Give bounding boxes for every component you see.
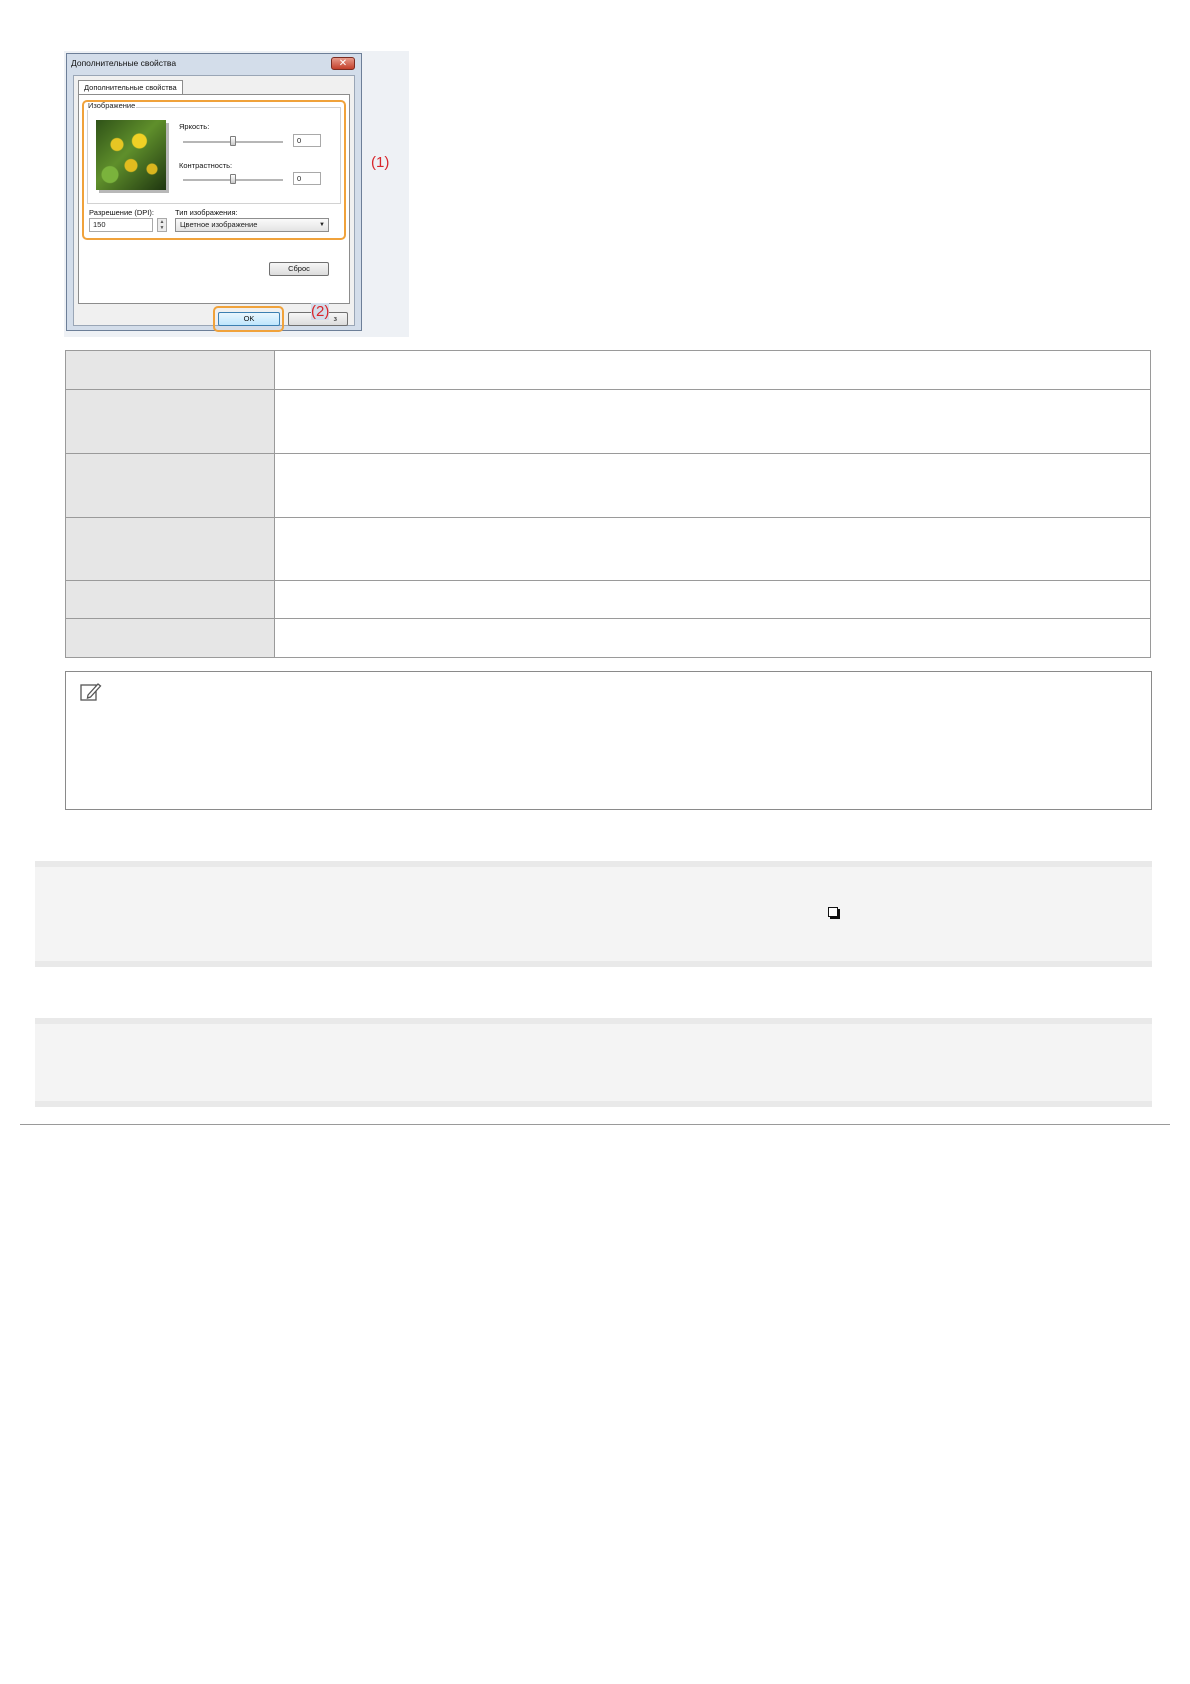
table-row [65, 350, 1151, 390]
tab-advanced-properties[interactable]: Дополнительные свойства [78, 80, 183, 95]
table-key-cell [65, 580, 275, 619]
callout-2: (2) [311, 303, 330, 320]
table-row [65, 389, 1151, 454]
info-block [35, 861, 1152, 967]
table-row [65, 453, 1151, 518]
checkbox-icon [828, 907, 838, 917]
table-value-cell [274, 453, 1151, 518]
table-value-cell [274, 350, 1151, 390]
reset-button[interactable]: Сброс [269, 262, 329, 276]
close-icon[interactable]: ✕ [331, 57, 355, 70]
table-value-cell [274, 618, 1151, 658]
settings-table [65, 350, 1151, 658]
table-key-cell [65, 618, 275, 658]
highlight-settings-area [82, 100, 346, 240]
block-edge [35, 861, 1152, 867]
dialog-screenshot: Дополнительные свойства ✕ Дополнительные… [64, 51, 409, 337]
advanced-properties-dialog: Дополнительные свойства ✕ Дополнительные… [66, 53, 362, 332]
table-row [65, 618, 1151, 658]
divider [20, 1124, 1170, 1125]
note-pencil-icon [80, 683, 102, 701]
table-key-cell [65, 389, 275, 454]
callout-1: (1) [371, 154, 390, 171]
note-box [65, 671, 1152, 810]
block-edge [35, 1101, 1152, 1107]
table-row [65, 517, 1151, 581]
table-value-cell [274, 517, 1151, 581]
highlight-ok-button [213, 306, 284, 332]
dialog-body: Дополнительные свойства Изображение Ярко… [73, 75, 355, 332]
table-row [65, 580, 1151, 619]
dialog-title: Дополнительные свойства [71, 58, 177, 68]
block-edge [35, 961, 1152, 967]
block-edge [35, 1018, 1152, 1024]
table-key-cell [65, 453, 275, 518]
table-value-cell [274, 580, 1151, 619]
table-key-cell [65, 517, 275, 581]
tab-panel: Изображение Яркость: 0 Контрастность: 0 … [78, 94, 350, 304]
info-block [35, 1018, 1152, 1107]
table-value-cell [274, 389, 1151, 454]
table-key-cell [65, 350, 275, 390]
